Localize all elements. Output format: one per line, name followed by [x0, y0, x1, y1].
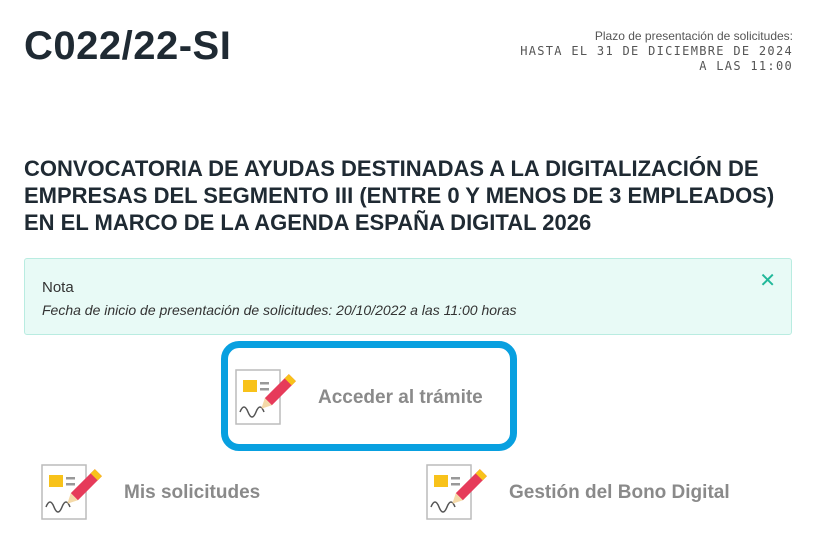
note-text: Fecha de inicio de presentación de solic… — [42, 302, 517, 318]
bono-digital-label: Gestión del Bono Digital — [509, 482, 730, 503]
close-icon[interactable]: ✕ — [759, 271, 776, 291]
deadline-info: Plazo de presentación de solicitudes: HA… — [520, 29, 793, 74]
document-pen-icon — [426, 464, 487, 520]
deadline-label: Plazo de presentación de solicitudes: — [594, 29, 793, 43]
access-procedure-button[interactable]: Acceder al trámite — [234, 368, 483, 428]
my-requests-button[interactable]: Mis solicitudes — [40, 463, 260, 523]
my-requests-label: Mis solicitudes — [124, 482, 261, 503]
page-title: CONVOCATORIA DE AYUDAS DESTINADAS A LA D… — [24, 156, 775, 235]
note-alert: Nota Fecha de inicio de presentación de … — [24, 258, 792, 335]
bono-digital-button[interactable]: Gestión del Bono Digital — [425, 463, 730, 523]
deadline-date: HASTA EL 31 DE DICIEMBRE DE 2024 — [520, 44, 793, 58]
note-title: Nota — [42, 279, 74, 296]
procedure-code: C022/22-SI — [24, 24, 232, 68]
document-pen-icon — [235, 369, 296, 425]
document-pen-icon — [41, 464, 102, 520]
access-procedure-label: Acceder al trámite — [318, 387, 483, 408]
deadline-time: A LAS 11:00 — [699, 59, 793, 73]
